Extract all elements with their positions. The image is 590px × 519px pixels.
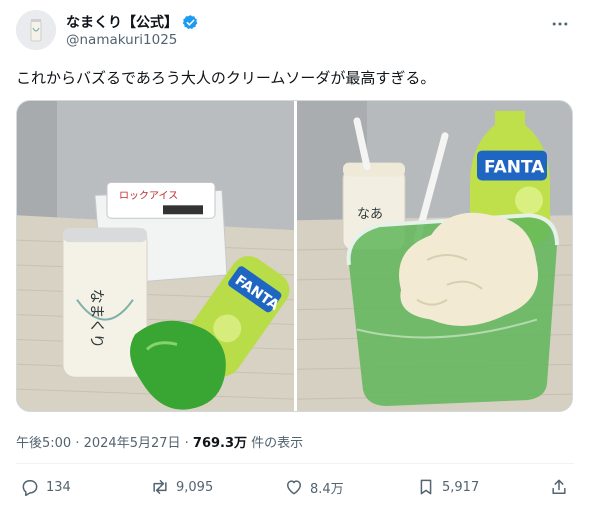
avatar[interactable] bbox=[16, 10, 56, 50]
cream-soda-finished-photo: なあ FANTA bbox=[297, 101, 572, 411]
bookmark-icon bbox=[420, 479, 432, 495]
share-button[interactable] bbox=[549, 477, 569, 497]
ice-pack-label: ロックアイス bbox=[119, 189, 178, 201]
like-count: 8.4万 bbox=[310, 481, 344, 497]
views-count: 769.3万 bbox=[192, 436, 248, 451]
avatar-image bbox=[16, 10, 56, 50]
right-bottle-brand: FANTA bbox=[484, 157, 545, 177]
right-cup-brand: なあ bbox=[357, 207, 383, 222]
handle[interactable]: @namakuri1025 bbox=[66, 32, 177, 48]
divider bbox=[16, 463, 574, 464]
photo-left[interactable]: ロックアイス なまくり FANTA bbox=[17, 101, 294, 411]
bookmark-count: 5,917 bbox=[442, 479, 480, 495]
reply-icon bbox=[22, 480, 38, 497]
retweet-icon bbox=[153, 480, 167, 494]
tweet-header: なまくり【公式】 @namakuri1025 bbox=[16, 10, 574, 54]
more-options-icon[interactable] bbox=[550, 14, 570, 34]
cup-brand-text: なまくり bbox=[88, 289, 106, 349]
cream-soda-ingredients-photo: ロックアイス なまくり FANTA bbox=[17, 101, 294, 411]
display-name[interactable]: なまくり【公式】 bbox=[66, 12, 178, 32]
share-icon bbox=[552, 479, 566, 494]
tweet-date[interactable]: 2024年5月27日 bbox=[84, 436, 181, 451]
views-suffix: 件の表示 bbox=[247, 436, 304, 451]
photo-right[interactable]: なあ FANTA bbox=[297, 101, 572, 411]
media-grid: ロックアイス なまくり FANTA なあ FANTA bbox=[16, 100, 573, 412]
meta-separator-2: · bbox=[180, 436, 193, 451]
retweet-count: 9,095 bbox=[176, 479, 214, 495]
action-bar: 134 9,095 8.4万 5,917 bbox=[16, 477, 574, 501]
heart-icon bbox=[287, 480, 301, 495]
reply-button[interactable]: 134 bbox=[20, 477, 71, 497]
tweet-time[interactable]: 午後5:00 bbox=[16, 436, 71, 451]
like-button[interactable]: 8.4万 bbox=[284, 477, 344, 497]
name-line: なまくり【公式】 bbox=[66, 12, 199, 32]
tweet-text: これからバズるであろう大人のクリームソーダが最高すぎる。 bbox=[16, 69, 436, 87]
tweet-meta: 午後5:00 · 2024年5月27日 · 769.3万 件の表示 bbox=[16, 432, 303, 451]
bookmark-button[interactable]: 5,917 bbox=[416, 477, 479, 497]
retweet-button[interactable]: 9,095 bbox=[150, 477, 213, 497]
reply-count: 134 bbox=[46, 479, 71, 495]
meta-separator: · bbox=[71, 436, 84, 451]
verified-badge-icon bbox=[182, 14, 198, 29]
